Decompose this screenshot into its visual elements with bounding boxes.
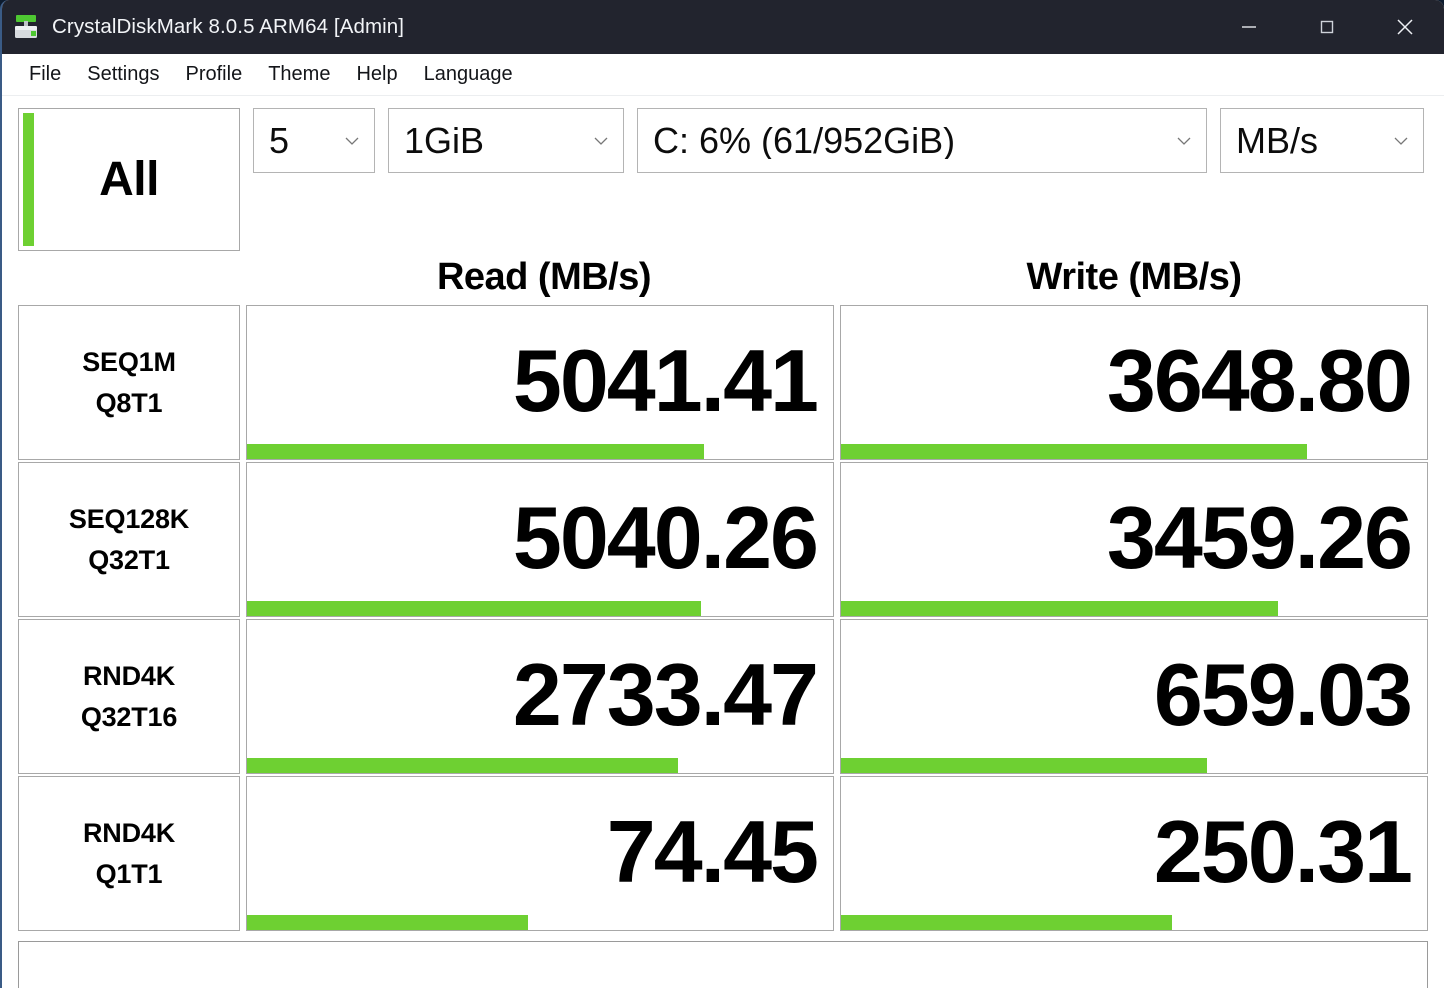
write-score-bar xyxy=(841,444,1307,459)
window-controls xyxy=(1210,0,1444,54)
chevron-down-icon xyxy=(345,137,359,145)
write-score-bar xyxy=(841,758,1208,773)
test-label-rnd4k-q32t16[interactable]: RND4K Q32T16 xyxy=(18,619,240,774)
table-row: RND4K Q32T16 2733.47 659.03 xyxy=(18,619,1428,774)
write-score-cell[interactable]: 250.31 xyxy=(840,776,1428,931)
target-drive-value: C: 6% (61/952GiB) xyxy=(653,122,956,159)
test-count-value: 5 xyxy=(269,122,290,159)
test-label-seq128k-q32t1[interactable]: SEQ128K Q32T1 xyxy=(18,462,240,617)
read-score-cell[interactable]: 74.45 xyxy=(246,776,834,931)
table-row: SEQ128K Q32T1 5040.26 3459.26 xyxy=(18,462,1428,617)
run-all-button[interactable]: All xyxy=(18,108,240,251)
title-bar: CrystalDiskMark 8.0.5 ARM64 [Admin] xyxy=(2,0,1444,54)
read-column-header: Read (MB/s) xyxy=(436,256,652,298)
close-button[interactable] xyxy=(1366,0,1444,54)
test-queue: Q8T1 xyxy=(95,387,163,418)
main-content: All 5 1GiB C: 6% (61/952GiB) MB/s Read (… xyxy=(2,108,1444,988)
read-score-cell[interactable]: 2733.47 xyxy=(246,619,834,774)
chevron-down-icon xyxy=(594,137,608,145)
test-size-value: 1GiB xyxy=(404,122,485,159)
benchmark-toolbar: All 5 1GiB C: 6% (61/952GiB) MB/s xyxy=(18,108,1428,251)
application-window: CrystalDiskMark 8.0.5 ARM64 [Admin] File… xyxy=(0,0,1444,988)
write-score-bar xyxy=(841,915,1173,930)
table-row: SEQ1M Q8T1 5041.41 3648.80 xyxy=(18,305,1428,460)
write-score-value: 250.31 xyxy=(1153,801,1413,901)
target-drive-dropdown[interactable]: C: 6% (61/952GiB) xyxy=(637,108,1207,173)
read-score-value: 5040.26 xyxy=(512,487,819,587)
write-score-cell[interactable]: 659.03 xyxy=(840,619,1428,774)
menu-item-profile[interactable]: Profile xyxy=(173,61,256,88)
read-score-cell[interactable]: 5041.41 xyxy=(246,305,834,460)
write-score-bar xyxy=(841,601,1278,616)
test-label-rnd4k-q1t1[interactable]: RND4K Q1T1 xyxy=(18,776,240,931)
maximize-button[interactable] xyxy=(1288,0,1366,54)
menu-bar: File Settings Profile Theme Help Languag… xyxy=(2,54,1444,96)
write-score-value: 3648.80 xyxy=(1106,330,1413,430)
window-title: CrystalDiskMark 8.0.5 ARM64 [Admin] xyxy=(52,15,405,38)
read-score-value: 2733.47 xyxy=(512,644,819,744)
column-headers: Read (MB/s) Write (MB/s) xyxy=(18,251,1428,303)
menu-item-settings[interactable]: Settings xyxy=(74,61,172,88)
table-row: RND4K Q1T1 74.45 250.31 xyxy=(18,776,1428,931)
test-size-dropdown[interactable]: 1GiB xyxy=(388,108,624,173)
unit-value: MB/s xyxy=(1236,122,1319,159)
write-score-cell[interactable]: 3459.26 xyxy=(840,462,1428,617)
write-score-cell[interactable]: 3648.80 xyxy=(840,305,1428,460)
all-button-accent-bar xyxy=(23,113,34,246)
test-name: RND4K xyxy=(82,660,175,691)
minimize-button[interactable] xyxy=(1210,0,1288,54)
write-score-value: 3459.26 xyxy=(1106,487,1413,587)
test-queue: Q32T16 xyxy=(80,701,178,732)
test-name: SEQ128K xyxy=(68,503,190,534)
test-name: RND4K xyxy=(82,817,175,848)
results-grid: SEQ1M Q8T1 5041.41 3648.80 SEQ128K Q32T1 xyxy=(18,305,1428,931)
test-name: SEQ1M xyxy=(82,346,176,377)
menu-item-language[interactable]: Language xyxy=(411,61,526,88)
test-label-seq1m-q8t1[interactable]: SEQ1M Q8T1 xyxy=(18,305,240,460)
test-count-dropdown[interactable]: 5 xyxy=(253,108,375,173)
read-score-value: 5041.41 xyxy=(512,330,819,430)
test-queue: Q1T1 xyxy=(95,858,163,889)
run-all-label: All xyxy=(99,152,159,206)
read-score-bar xyxy=(247,444,705,459)
menu-item-file[interactable]: File xyxy=(16,61,74,88)
write-column-header: Write (MB/s) xyxy=(1026,256,1242,298)
disk-drive-icon xyxy=(12,13,42,41)
status-message-box xyxy=(18,941,1428,988)
chevron-down-icon xyxy=(1177,137,1191,145)
menu-item-theme[interactable]: Theme xyxy=(255,61,343,88)
menu-item-help[interactable]: Help xyxy=(343,61,410,88)
read-score-cell[interactable]: 5040.26 xyxy=(246,462,834,617)
chevron-down-icon xyxy=(1394,137,1408,145)
unit-dropdown[interactable]: MB/s xyxy=(1220,108,1424,173)
read-score-bar xyxy=(247,915,529,930)
read-score-bar xyxy=(247,758,678,773)
write-score-value: 659.03 xyxy=(1153,644,1413,744)
test-queue: Q32T1 xyxy=(88,544,170,575)
read-score-bar xyxy=(247,601,702,616)
read-score-value: 74.45 xyxy=(606,801,819,901)
